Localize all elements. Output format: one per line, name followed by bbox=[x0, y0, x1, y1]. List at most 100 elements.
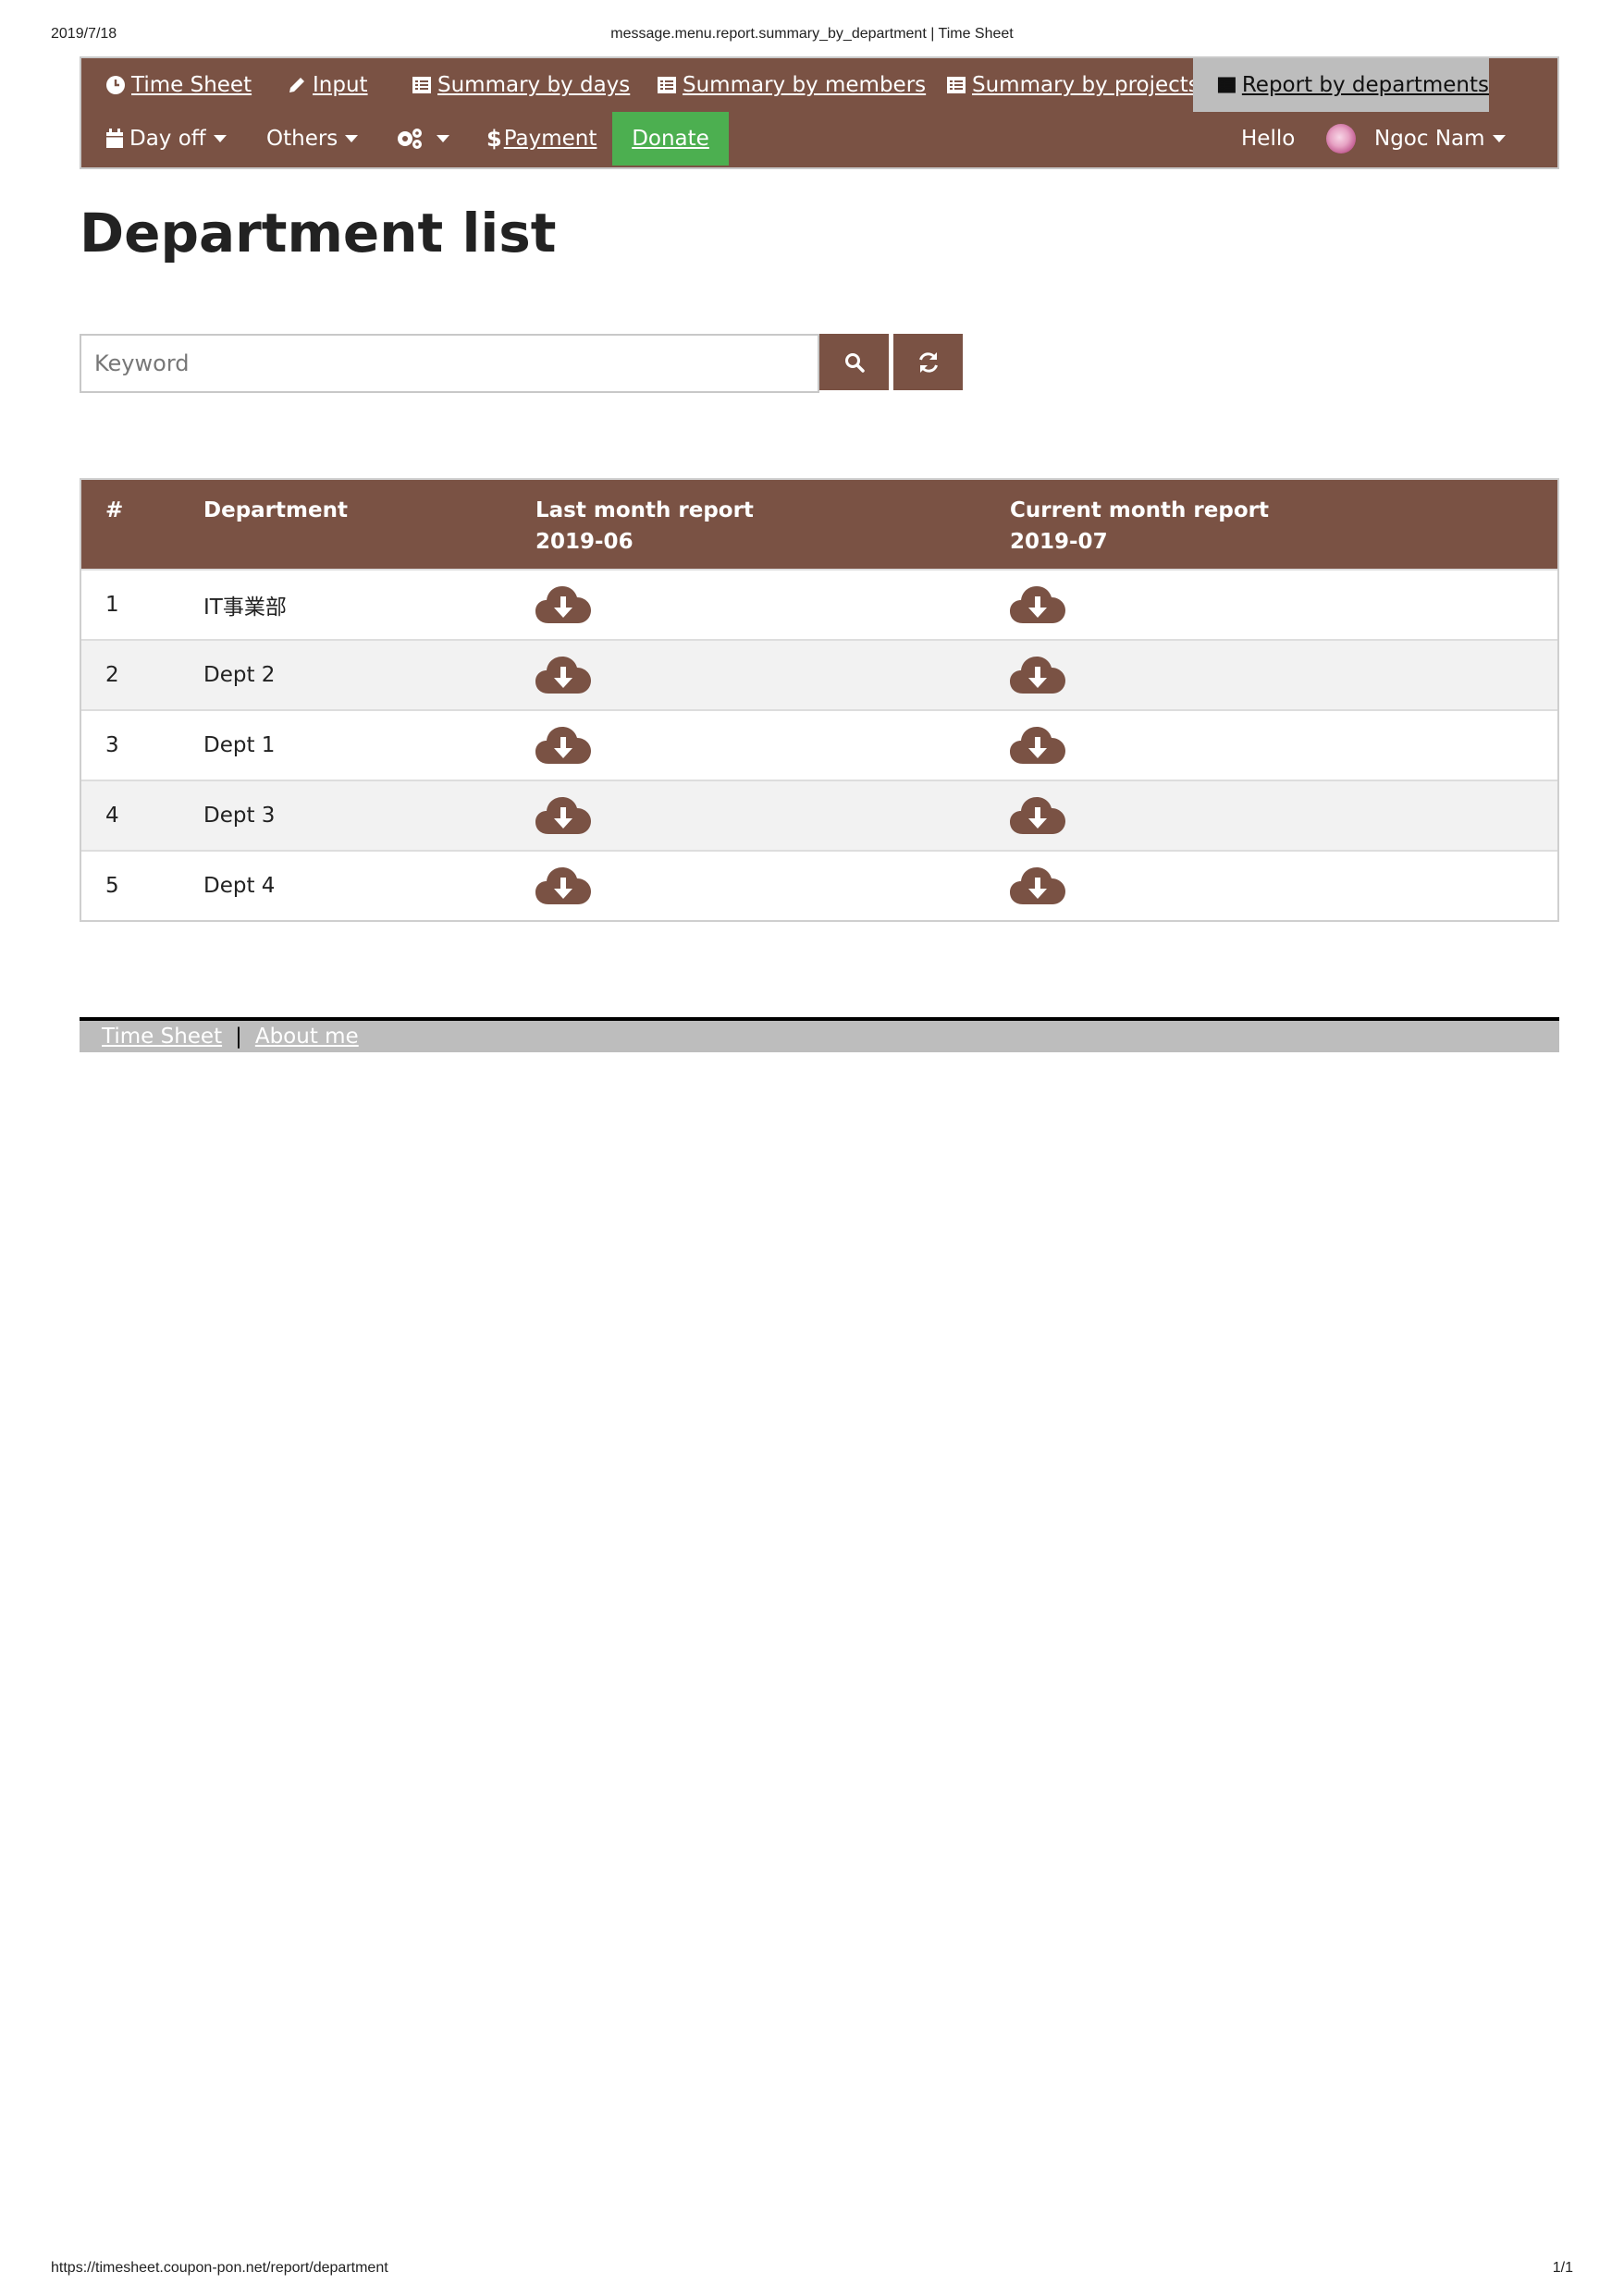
nav-summary-by-members-label: Summary by members bbox=[683, 73, 927, 97]
download-current-month-button[interactable] bbox=[1010, 852, 1065, 920]
row-department: Dept 1 bbox=[203, 733, 276, 757]
cloud-download-icon bbox=[1010, 727, 1065, 764]
download-current-month-button[interactable] bbox=[1010, 781, 1065, 850]
nav-row-secondary: Day off Others $ Payment Donate Hello Ng… bbox=[81, 112, 1557, 166]
table-row: 5 Dept 4 bbox=[81, 850, 1557, 920]
nav-settings-dropdown[interactable] bbox=[396, 112, 449, 166]
user-name: Ngoc Nam bbox=[1374, 127, 1485, 151]
department-table: # Department Last month report 2019-06 C… bbox=[80, 478, 1559, 922]
cloud-download-icon bbox=[535, 657, 591, 694]
print-page-count: 1/1 bbox=[1552, 2260, 1573, 2276]
page-title: Department list bbox=[80, 202, 557, 264]
site-footer: Time Sheet | About me bbox=[80, 1017, 1559, 1052]
avatar bbox=[1326, 124, 1356, 153]
row-num: 5 bbox=[105, 874, 119, 898]
row-department: IT事業部 bbox=[203, 595, 287, 620]
nav-summary-by-days-label: Summary by days bbox=[437, 73, 631, 97]
nav-summary-by-members[interactable]: Summary by members bbox=[657, 58, 926, 112]
nav-input[interactable]: Input bbox=[287, 58, 368, 112]
nav-time-sheet-label: Time Sheet bbox=[131, 73, 252, 97]
pencil-icon bbox=[289, 78, 304, 92]
search-input[interactable] bbox=[80, 334, 819, 393]
refresh-icon bbox=[918, 351, 938, 373]
cloud-download-icon bbox=[1010, 867, 1065, 904]
nav-input-label: Input bbox=[313, 73, 368, 97]
header-last-month-date: 2019-06 bbox=[535, 530, 634, 554]
hello-label: Hello bbox=[1241, 127, 1296, 151]
top-navbar: Time Sheet Input Summary by days Summary… bbox=[80, 56, 1559, 169]
footer-link-about-me[interactable]: About me bbox=[255, 1025, 359, 1049]
list-icon bbox=[412, 77, 431, 93]
print-title: message.menu.report.summary_by_departmen… bbox=[610, 26, 1014, 42]
download-last-month-button[interactable] bbox=[535, 571, 591, 639]
search-icon bbox=[844, 352, 865, 373]
row-department: Dept 2 bbox=[203, 663, 276, 687]
download-last-month-button[interactable] bbox=[535, 641, 591, 709]
footer-separator: | bbox=[235, 1025, 242, 1049]
print-header: 2019/7/18 message.menu.report.summary_by… bbox=[0, 26, 1624, 48]
row-department: Dept 3 bbox=[203, 804, 276, 828]
nav-summary-by-projects-label: Summary by projects bbox=[972, 73, 1200, 97]
cloud-download-icon bbox=[535, 727, 591, 764]
cloud-download-icon bbox=[535, 797, 591, 834]
table-row: 3 Dept 1 bbox=[81, 709, 1557, 780]
nav-payment-label: Payment bbox=[503, 127, 597, 151]
list-icon bbox=[658, 77, 676, 93]
header-num: # bbox=[105, 498, 124, 522]
header-current-month-label: Current month report bbox=[1010, 498, 1269, 522]
download-last-month-button[interactable] bbox=[535, 852, 591, 920]
nav-others-dropdown[interactable]: Others bbox=[266, 112, 359, 166]
row-num: 1 bbox=[105, 593, 119, 617]
donate-label: Donate bbox=[632, 127, 709, 151]
footer-link-time-sheet[interactable]: Time Sheet bbox=[102, 1025, 222, 1049]
nav-dayoff-dropdown[interactable]: Day off bbox=[105, 112, 227, 166]
list-icon bbox=[947, 77, 966, 93]
download-current-month-button[interactable] bbox=[1010, 711, 1065, 780]
nav-others-label: Others bbox=[266, 127, 338, 151]
cloud-download-icon bbox=[535, 867, 591, 904]
list-icon bbox=[1217, 77, 1236, 93]
chevron-down-icon bbox=[345, 135, 359, 142]
nav-report-by-departments[interactable]: Report by departments bbox=[1193, 58, 1489, 112]
download-current-month-button[interactable] bbox=[1010, 641, 1065, 709]
clock-icon bbox=[106, 76, 125, 94]
nav-hello: Hello bbox=[1241, 112, 1295, 166]
table-row: 4 Dept 3 bbox=[81, 780, 1557, 850]
nav-dayoff-label: Day off bbox=[129, 127, 206, 151]
nav-payment[interactable]: $ Payment bbox=[486, 112, 597, 166]
nav-report-by-departments-label: Report by departments bbox=[1241, 73, 1489, 97]
refresh-button[interactable] bbox=[893, 334, 963, 390]
header-last-month: Last month report 2019-06 bbox=[535, 495, 754, 558]
download-last-month-button[interactable] bbox=[535, 711, 591, 780]
chevron-down-icon bbox=[1492, 135, 1506, 142]
calendar-icon bbox=[106, 129, 123, 148]
row-num: 4 bbox=[105, 804, 119, 828]
download-current-month-button[interactable] bbox=[1010, 571, 1065, 639]
dollar-icon: $ bbox=[486, 126, 502, 152]
chevron-down-icon bbox=[213, 135, 227, 142]
cloud-download-icon bbox=[1010, 797, 1065, 834]
download-last-month-button[interactable] bbox=[535, 781, 591, 850]
nav-summary-by-projects[interactable]: Summary by projects bbox=[946, 58, 1200, 112]
table-row: 1 IT事業部 bbox=[81, 569, 1557, 639]
row-num: 2 bbox=[105, 663, 119, 687]
nav-summary-by-days[interactable]: Summary by days bbox=[412, 58, 630, 112]
cloud-download-icon bbox=[535, 586, 591, 623]
user-menu-dropdown[interactable]: Ngoc Nam bbox=[1326, 112, 1506, 166]
print-footer: https://timesheet.coupon-pon.net/report/… bbox=[0, 2260, 1624, 2282]
table-row: 2 Dept 2 bbox=[81, 639, 1557, 709]
chevron-down-icon bbox=[437, 135, 449, 142]
search-button[interactable] bbox=[819, 334, 889, 390]
cloud-download-icon bbox=[1010, 586, 1065, 623]
table-header: # Department Last month report 2019-06 C… bbox=[81, 480, 1557, 569]
row-num: 3 bbox=[105, 733, 119, 757]
nav-row-primary: Time Sheet Input Summary by days Summary… bbox=[81, 58, 1557, 112]
header-current-month-date: 2019-07 bbox=[1010, 530, 1108, 554]
header-current-month: Current month report 2019-07 bbox=[1010, 495, 1269, 558]
cloud-download-icon bbox=[1010, 657, 1065, 694]
header-department: Department bbox=[203, 498, 348, 522]
donate-button[interactable]: Donate bbox=[612, 112, 729, 166]
gears-icon bbox=[398, 129, 422, 149]
print-url: https://timesheet.coupon-pon.net/report/… bbox=[51, 2260, 388, 2276]
nav-time-sheet[interactable]: Time Sheet bbox=[105, 58, 252, 112]
